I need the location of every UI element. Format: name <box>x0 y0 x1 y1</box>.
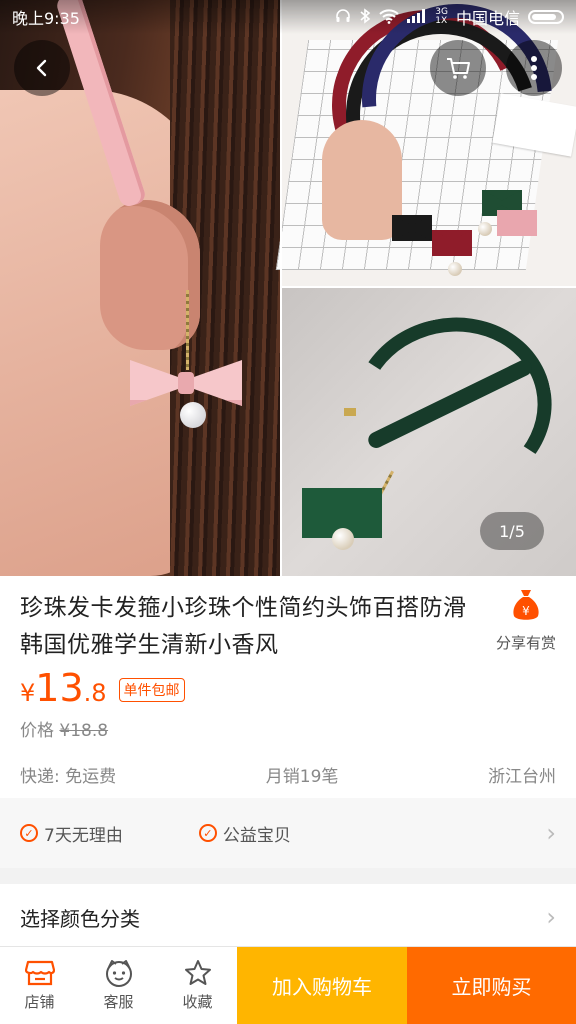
ship-from-location: 浙江台州 <box>488 767 556 787</box>
product-title: 珍珠发卡发箍小珍珠个性简约头饰百搭防滑韩国优雅学生清新小香风 <box>20 595 467 658</box>
status-time: 晚上9:35 <box>12 9 80 28</box>
customer-service-icon <box>105 960 132 987</box>
service-guarantees-row[interactable]: ✓ 7天无理由 ✓ 公益宝贝 › <box>0 798 576 868</box>
product-image-gallery[interactable] <box>0 0 576 576</box>
buy-now-button[interactable]: 立即购买 <box>407 947 576 1024</box>
back-button[interactable] <box>14 40 70 96</box>
cart-icon <box>447 58 470 79</box>
guarantee-7-day-return: ✓ 7天无理由 <box>20 821 123 846</box>
gallery-page-indicator: 1/5 <box>480 512 544 550</box>
wifi-icon <box>379 8 399 27</box>
carrier-name: 中国电信 <box>455 9 520 28</box>
network-type: 3G 1X <box>435 7 448 26</box>
tab-customer-service[interactable]: 客服 <box>79 947 158 1024</box>
shipping-fee: 快递: 免运费 <box>20 767 117 787</box>
free-shipping-badge: 单件包邮 <box>118 678 185 702</box>
check-icon: ✓ <box>20 824 38 842</box>
monthly-sales: 月销19笔 <box>265 767 339 787</box>
check-icon: ✓ <box>198 824 217 842</box>
bluetooth-icon <box>359 7 371 27</box>
guarantee-charity: ✓ 公益宝贝 <box>198 821 291 846</box>
share-label: 分享有赏 <box>495 634 556 652</box>
bottom-action-bar: 店铺 客服 收藏 加入购物车 立即购买 <box>0 946 576 1024</box>
money-bag-icon: ¥ <box>513 590 539 620</box>
product-info-panel: 珍珠发卡发箍小珍珠个性简约头饰百搭防滑韩国优雅学生清新小香风 ¥ 分享有赏 ¥ … <box>0 576 576 798</box>
cart-button[interactable] <box>430 40 486 96</box>
tab-shop[interactable]: 店铺 <box>0 947 79 1024</box>
battery-icon <box>528 10 564 24</box>
more-vertical-icon <box>531 56 537 80</box>
chevron-right-icon: › <box>546 819 556 847</box>
share-reward-button[interactable]: ¥ 分享有赏 <box>486 588 566 653</box>
headphones-icon <box>335 8 351 27</box>
select-color-option[interactable]: 选择颜色分类 › <box>0 884 576 950</box>
more-button[interactable] <box>506 40 562 96</box>
back-icon <box>36 59 47 77</box>
svg-text:¥: ¥ <box>522 604 530 618</box>
original-price: 价格 ¥18.8 <box>20 721 109 741</box>
price: ¥ 13 .8 单件包邮 <box>20 668 185 708</box>
shipping-sales-location: 快递: 免运费 月销19笔 浙江台州 <box>20 762 556 787</box>
select-color-label: 选择颜色分类 <box>20 906 140 931</box>
chevron-right-icon: › <box>546 903 556 931</box>
tab-favorite[interactable]: 收藏 <box>158 947 237 1024</box>
star-icon <box>184 960 211 985</box>
shop-icon <box>24 960 55 986</box>
signal-icon <box>407 8 427 26</box>
status-bar: 晚上9:35 3G 1X 中国电信 <box>0 0 576 34</box>
add-to-cart-button[interactable]: 加入购物车 <box>237 947 407 1024</box>
